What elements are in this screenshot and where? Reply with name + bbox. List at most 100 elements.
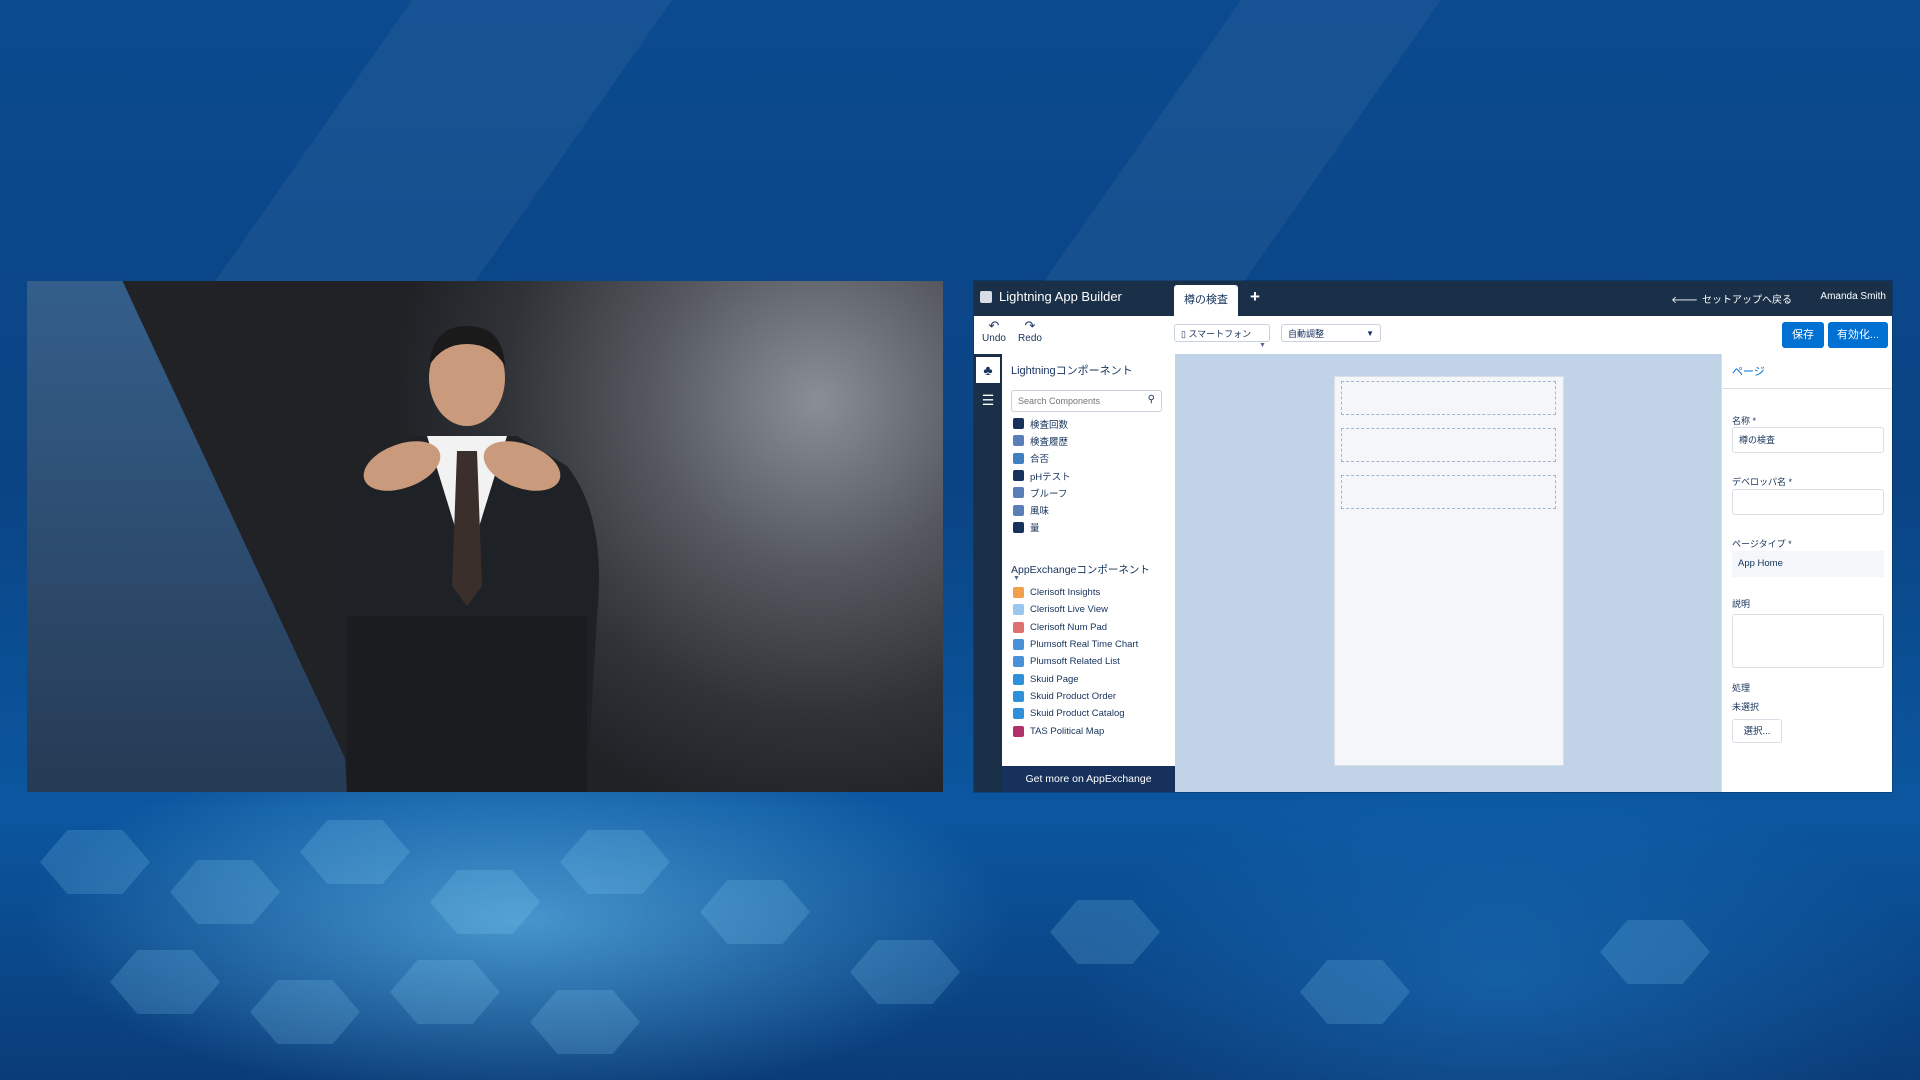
- component-icon: [1013, 452, 1024, 464]
- top-bar: Lightning App Builder 樽の検査 + 🡐 セットアップへ戻る …: [974, 281, 1892, 316]
- component-item[interactable]: 検査回数: [1013, 415, 1071, 432]
- component-icon: [1013, 435, 1024, 447]
- description-field[interactable]: [1732, 614, 1884, 668]
- get-more-appexchange-link[interactable]: Get more on AppExchange: [1002, 766, 1175, 792]
- back-to-setup-link[interactable]: 🡐 セットアップへ戻る: [1671, 291, 1792, 306]
- component-item[interactable]: Skuid Product Order: [1013, 688, 1138, 705]
- component-item[interactable]: ブルーフ: [1013, 484, 1071, 501]
- component-icon: [1013, 604, 1024, 616]
- speaker-figure: [335, 326, 599, 792]
- redo-button[interactable]: ↷ Redo: [1015, 318, 1045, 345]
- name-field[interactable]: 樽の検査: [1732, 427, 1884, 453]
- component-item[interactable]: Skuid Page: [1013, 670, 1138, 687]
- canvas-region-3[interactable]: [1341, 475, 1556, 509]
- zoom-select-value: 自動調整: [1288, 329, 1325, 339]
- chevron-down-icon: ▼: [1366, 329, 1374, 338]
- component-icon: [1013, 504, 1024, 516]
- hexagon-decoration: [390, 960, 500, 1024]
- component-item[interactable]: Clerisoft Insights: [1013, 584, 1138, 601]
- outline-tab-button[interactable]: ☰: [976, 387, 1000, 413]
- components-tab-button[interactable]: ♣: [976, 357, 1000, 383]
- component-item[interactable]: Skuid Product Catalog: [1013, 705, 1138, 722]
- undo-label: Undo: [982, 333, 1006, 344]
- lightning-component-list: 検査回数検査履歴合否 pHテスト ブルーフ風味量: [1013, 415, 1071, 536]
- zoom-select[interactable]: 自動調整 ▼: [1281, 324, 1381, 342]
- undo-button[interactable]: ↶ Undo: [979, 318, 1009, 345]
- component-item[interactable]: pHテスト: [1013, 467, 1071, 484]
- device-select[interactable]: ▯ スマートフォン: [1174, 324, 1270, 342]
- save-button[interactable]: 保存: [1782, 322, 1824, 348]
- action-value: 未選択: [1732, 702, 1760, 712]
- component-icon: [1013, 708, 1024, 720]
- component-item[interactable]: Clerisoft Live View: [1013, 601, 1138, 618]
- component-icon: [1013, 418, 1024, 430]
- component-icon: [1013, 639, 1024, 651]
- hexagon-decoration: [530, 990, 640, 1054]
- hexagon-decoration: [1050, 900, 1160, 964]
- hexagon-decoration: [1300, 960, 1410, 1024]
- component-label: Plumsoft Related List: [1030, 656, 1120, 668]
- component-label: Skuid Page: [1030, 673, 1079, 685]
- appexchange-section-title: AppExchangeコンポーネント: [1011, 564, 1150, 576]
- page-canvas: [1175, 354, 1721, 792]
- activate-button[interactable]: 有効化...: [1828, 322, 1888, 348]
- hexagon-decoration: [1600, 920, 1710, 984]
- search-icon[interactable]: ⚲: [1148, 394, 1155, 405]
- chevron-down-icon: ▼: [1259, 342, 1266, 349]
- component-item[interactable]: 量: [1013, 519, 1071, 536]
- description-label: 説明: [1732, 599, 1751, 609]
- user-name[interactable]: Amanda Smith: [1820, 291, 1886, 302]
- canvas-region-1[interactable]: [1341, 381, 1556, 415]
- device-select-value: スマートフォン: [1188, 329, 1252, 339]
- properties-panel: ページ 名称 * 樽の検査 デベロッパ名 * ページタイプ * App Home…: [1721, 354, 1892, 792]
- arrow-left-icon: 🡐: [1671, 295, 1698, 306]
- tab-page[interactable]: 樽の検査: [1174, 285, 1238, 316]
- hexagon-decoration: [700, 880, 810, 944]
- component-item[interactable]: TAS Political Map: [1013, 722, 1138, 739]
- component-icon: [1013, 725, 1024, 737]
- component-label: TAS Political Map: [1030, 725, 1105, 737]
- component-icon: [1013, 470, 1024, 482]
- hexagon-decoration: [300, 820, 410, 884]
- search-components: ⚲: [1011, 390, 1162, 412]
- component-item[interactable]: Plumsoft Related List: [1013, 653, 1138, 670]
- search-input[interactable]: [1016, 391, 1140, 411]
- component-item[interactable]: 合否: [1013, 450, 1071, 467]
- hexagon-decoration: [110, 950, 220, 1014]
- page-type-value: App Home: [1732, 551, 1884, 577]
- component-label: Clerisoft Live View: [1030, 604, 1108, 616]
- back-link-label: セットアップへ戻る: [1702, 295, 1792, 306]
- redo-icon: ↷: [1024, 318, 1036, 333]
- component-label: 量: [1030, 523, 1040, 535]
- developer-name-field[interactable]: [1732, 489, 1884, 515]
- component-label: 風味: [1030, 506, 1050, 518]
- component-item[interactable]: Clerisoft Num Pad: [1013, 619, 1138, 636]
- name-label: 名称 *: [1732, 416, 1757, 426]
- component-label: Clerisoft Insights: [1030, 587, 1101, 599]
- component-item[interactable]: 風味: [1013, 501, 1071, 518]
- appexchange-component-list: Clerisoft Insights Clerisoft Live View Cle…: [1013, 584, 1138, 740]
- toolbar: ↶ Undo ↷ Redo ▯ スマートフォン ▼ 自動調整 ▼ 保存 有効化.…: [974, 316, 1892, 355]
- component-label: 検査履歴: [1030, 436, 1069, 448]
- action-label: 処理: [1732, 683, 1751, 693]
- hexagon-decoration: [850, 940, 960, 1004]
- component-icon: [1013, 690, 1024, 702]
- component-icon: [1013, 673, 1024, 685]
- icon-rail: ♣ ☰: [974, 354, 1002, 792]
- hexagon-decoration: [170, 860, 280, 924]
- page-type-label: ページタイプ *: [1732, 539, 1792, 549]
- component-item[interactable]: Plumsoft Real Time Chart: [1013, 636, 1138, 653]
- redo-label: Redo: [1018, 333, 1042, 344]
- undo-icon: ↶: [988, 318, 1000, 333]
- canvas-region-2[interactable]: [1341, 428, 1556, 462]
- component-icon: [1013, 621, 1024, 633]
- developer-name-label: デベロッパ名 *: [1732, 477, 1793, 487]
- component-icon: [1013, 521, 1024, 533]
- hexagon-decoration: [250, 980, 360, 1044]
- component-item[interactable]: 検査履歴: [1013, 432, 1071, 449]
- app-builder-icon: [980, 291, 992, 303]
- chevron-down-icon[interactable]: ▼: [1013, 575, 1020, 582]
- select-action-button[interactable]: 選択...: [1732, 719, 1782, 743]
- add-tab-button[interactable]: +: [1250, 287, 1260, 307]
- component-icon: [1013, 587, 1024, 599]
